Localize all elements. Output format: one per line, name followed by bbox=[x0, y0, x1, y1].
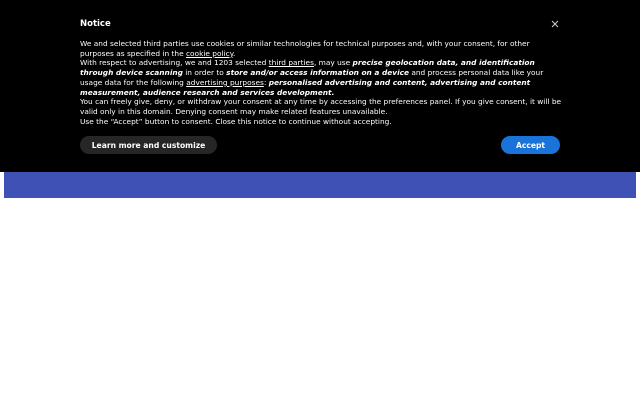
notice-paragraph-accept-hint: Use the “Accept” button to consent. Clos… bbox=[80, 116, 392, 126]
text-segment: We and selected third parties use cookie… bbox=[80, 39, 530, 58]
text-segment: . bbox=[233, 48, 236, 58]
notice-paragraph-advertising: With respect to advertising, we and 1203… bbox=[80, 58, 564, 97]
text-segment: , may use bbox=[313, 58, 353, 68]
cookie-policy-link[interactable]: cookie policy bbox=[186, 49, 233, 58]
close-notice-button[interactable] bbox=[549, 18, 561, 30]
cookie-notice-dialog: Notice We and selected third parties use… bbox=[0, 0, 640, 172]
accept-button[interactable]: Accept bbox=[501, 136, 560, 154]
notice-paragraph-consent: You can freely give, deny, or withdraw y… bbox=[80, 97, 562, 116]
advertising-purposes-link[interactable]: advertising purposes bbox=[186, 78, 264, 87]
emphasis-device-storage: store and/or access information on a dev… bbox=[226, 68, 409, 78]
close-icon bbox=[551, 20, 559, 28]
notice-content: Notice We and selected third parties use… bbox=[80, 18, 564, 126]
third-parties-link[interactable]: third parties bbox=[269, 58, 314, 67]
text-segment: With respect to advertising, we and 1203… bbox=[80, 58, 269, 68]
notice-body: We and selected third parties use cookie… bbox=[80, 39, 564, 126]
learn-more-customize-button[interactable]: Learn more and customize bbox=[80, 136, 217, 154]
text-segment: in order to bbox=[182, 68, 227, 78]
notice-title: Notice bbox=[80, 19, 111, 29]
page-header-banner bbox=[4, 172, 636, 198]
notice-paragraph-cookies: We and selected third parties use cookie… bbox=[80, 39, 564, 58]
